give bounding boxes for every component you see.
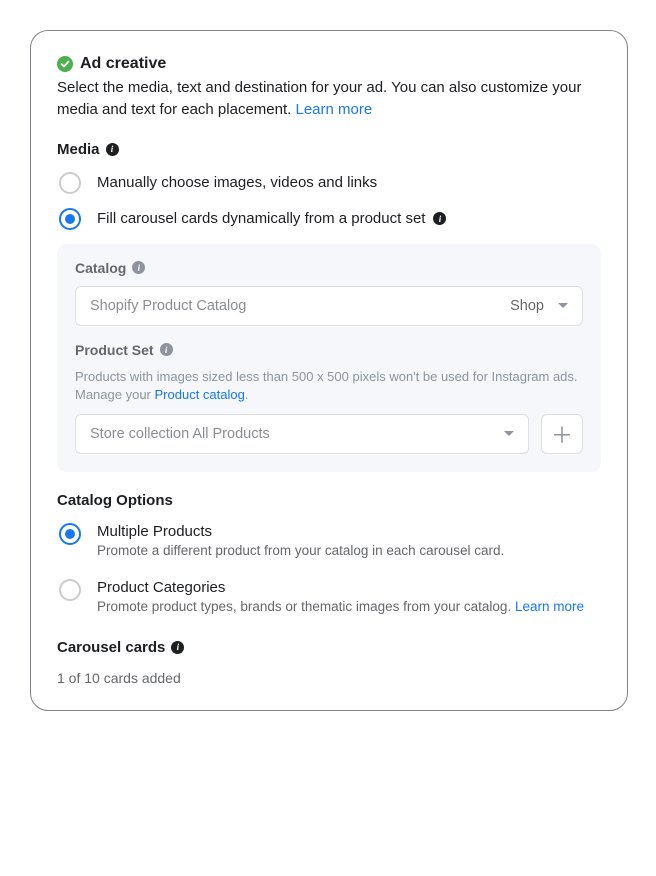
media-option-dynamic-text: Fill carousel cards dynamically from a p… — [97, 210, 425, 227]
info-icon[interactable]: i — [132, 261, 145, 274]
check-circle-icon — [57, 56, 73, 72]
catalog-label: Catalog i — [75, 260, 583, 276]
catalog-option-content: Multiple Products Promote a different pr… — [97, 523, 601, 561]
info-icon[interactable]: i — [106, 143, 119, 156]
info-icon[interactable]: i — [171, 641, 184, 654]
catalog-options-label: Catalog Options — [57, 492, 601, 509]
learn-more-link[interactable]: Learn more — [515, 599, 584, 614]
radio-button[interactable] — [59, 208, 81, 230]
media-label-text: Media — [57, 141, 100, 158]
chevron-down-icon — [558, 303, 568, 308]
product-set-description: Products with images sized less than 500… — [75, 368, 583, 404]
catalog-option-categories-desc-text: Promote product types, brands or themati… — [97, 599, 515, 614]
catalog-select[interactable]: Shopify Product Catalog Shop — [75, 286, 583, 326]
catalog-badge: Shop — [510, 298, 544, 314]
ad-creative-panel: Ad creative Select the media, text and d… — [30, 30, 628, 711]
product-set-select[interactable]: Store collection All Products — [75, 414, 529, 454]
chevron-down-icon — [504, 431, 514, 436]
radio-button[interactable] — [59, 172, 81, 194]
media-option-dynamic-label: Fill carousel cards dynamically from a p… — [97, 210, 446, 227]
media-option-manual-label: Manually choose images, videos and links — [97, 174, 377, 191]
plus-icon: ＋ — [551, 418, 573, 450]
panel-header: Ad creative — [57, 55, 601, 73]
carousel-cards-label: Carousel cards i — [57, 639, 601, 656]
carousel-cards-status: 1 of 10 cards added — [57, 670, 601, 686]
product-set-desc-prefix: Products with images sized less than 500… — [75, 369, 578, 402]
catalog-options-label-text: Catalog Options — [57, 492, 173, 509]
catalog-subsection: Catalog i Shopify Product Catalog Shop P… — [57, 244, 601, 472]
learn-more-link[interactable]: Learn more — [295, 101, 372, 118]
carousel-cards-label-text: Carousel cards — [57, 639, 165, 656]
catalog-option-categories-desc: Promote product types, brands or themati… — [97, 598, 601, 617]
product-set-label: Product Set i — [75, 342, 583, 358]
product-catalog-link[interactable]: Product catalog — [155, 387, 245, 402]
media-label: Media i — [57, 141, 601, 158]
catalog-label-text: Catalog — [75, 260, 126, 276]
info-icon[interactable]: i — [433, 212, 446, 225]
catalog-select-right: Shop — [510, 298, 568, 314]
panel-description: Select the media, text and destination f… — [57, 77, 601, 121]
product-set-label-text: Product Set — [75, 342, 154, 358]
catalog-option-multiple-desc: Promote a different product from your ca… — [97, 542, 601, 561]
media-option-dynamic[interactable]: Fill carousel cards dynamically from a p… — [57, 208, 601, 230]
catalog-option-content: Product Categories Promote product types… — [97, 579, 601, 617]
media-option-manual[interactable]: Manually choose images, videos and links — [57, 172, 601, 194]
catalog-option-categories-title: Product Categories — [97, 579, 601, 596]
radio-button[interactable] — [59, 523, 81, 545]
add-product-set-button[interactable]: ＋ — [541, 414, 583, 454]
product-set-desc-suffix: . — [245, 387, 249, 402]
catalog-option-categories[interactable]: Product Categories Promote product types… — [57, 579, 601, 617]
product-set-row: Store collection All Products ＋ — [75, 414, 583, 454]
radio-button[interactable] — [59, 579, 81, 601]
panel-title: Ad creative — [80, 55, 166, 73]
catalog-option-multiple-title: Multiple Products — [97, 523, 601, 540]
product-set-select-value: Store collection All Products — [90, 426, 270, 442]
catalog-select-value: Shopify Product Catalog — [90, 298, 246, 314]
catalog-option-multiple[interactable]: Multiple Products Promote a different pr… — [57, 523, 601, 561]
info-icon[interactable]: i — [160, 343, 173, 356]
